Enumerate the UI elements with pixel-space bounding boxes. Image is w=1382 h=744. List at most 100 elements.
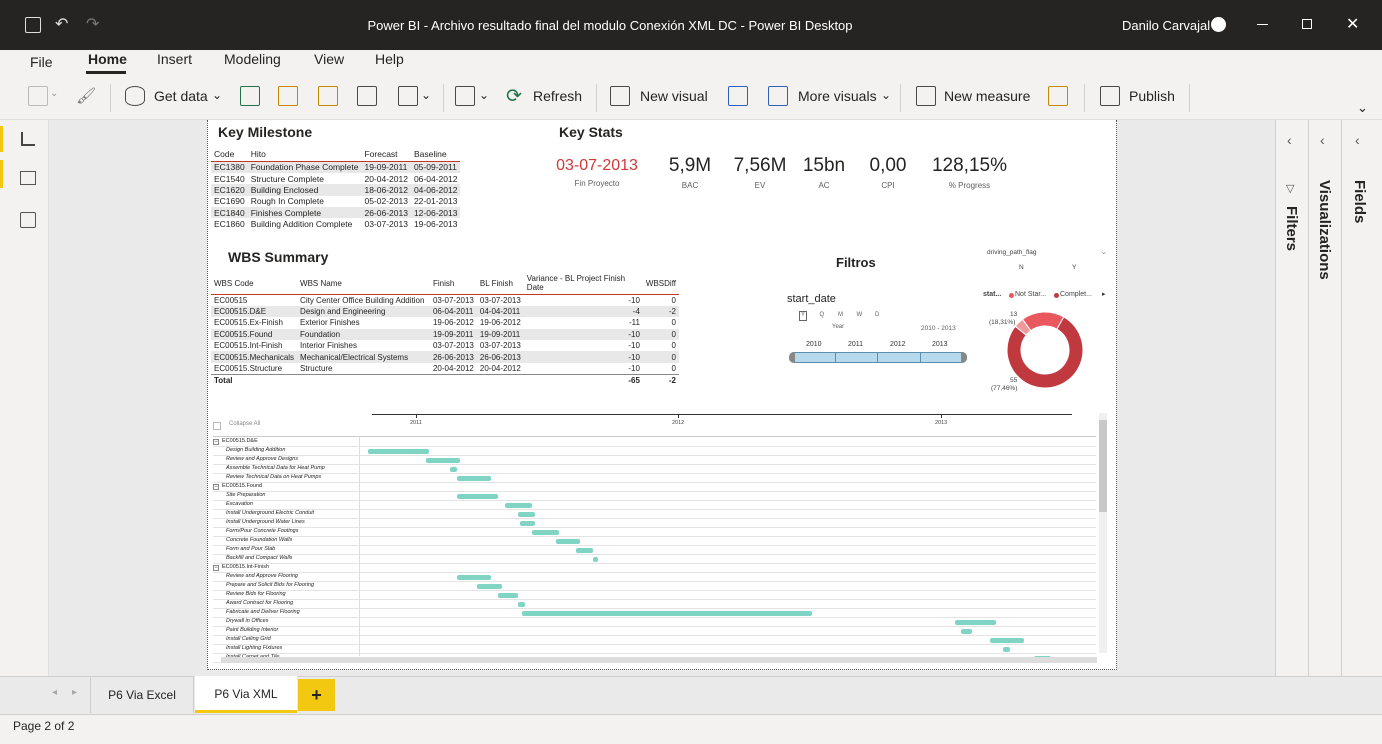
gantt-bar[interactable] — [504, 503, 532, 508]
more-visuals-button[interactable]: More visuals — [798, 88, 877, 104]
gantt-bar[interactable] — [955, 620, 997, 625]
flag-option-n[interactable]: N — [1019, 264, 1024, 271]
gantt-bar[interactable] — [593, 557, 599, 562]
model-view-icon[interactable] — [20, 212, 36, 228]
gantt-task-label[interactable]: Concrete Foundation Walls — [226, 537, 292, 543]
table-row[interactable]: EC1860 Building Addition Complete 03-07-20… — [211, 218, 460, 229]
gantt-task-label[interactable]: Excavation — [226, 501, 253, 507]
menu-modeling[interactable]: Modeling — [224, 51, 281, 67]
gantt-bar[interactable] — [456, 494, 498, 499]
new-visual-button[interactable]: New visual — [640, 88, 708, 104]
excel-icon[interactable] — [240, 86, 260, 106]
gantt-bar[interactable] — [497, 593, 519, 598]
col-header[interactable]: Forecast — [361, 147, 411, 162]
calculator-icon[interactable] — [916, 86, 936, 106]
add-page-button[interactable]: + — [298, 679, 335, 711]
close-icon[interactable]: ✕ — [1346, 14, 1359, 34]
collapse-group-icon[interactable]: − — [213, 565, 219, 571]
filters-pane[interactable]: ‹ ▽ Filters — [1275, 120, 1308, 676]
quick-measure-icon[interactable] — [1048, 86, 1068, 106]
table-row[interactable]: EC1690 Rough In Complete 05-02-2013 22-01-2… — [211, 196, 460, 207]
gantt-bar[interactable] — [555, 539, 580, 544]
chevron-down-icon[interactable]: ⌄ — [421, 88, 431, 102]
gantt-bar[interactable] — [368, 449, 430, 454]
menu-file[interactable]: File — [30, 54, 53, 70]
refresh-button[interactable]: Refresh — [533, 88, 582, 104]
table-row[interactable]: EC00515.Mechanicals Mechanical/Electrical… — [211, 351, 679, 363]
get-data-button[interactable]: Get data — [154, 88, 208, 104]
gantt-task-label[interactable]: Paint Building Interior — [226, 627, 278, 633]
table-row[interactable]: EC00515.Ex-Finish Exterior Finishes 19-06-… — [211, 317, 679, 328]
wbs-table[interactable]: WBS Code WBS Name Finish BL Finish Varia… — [211, 272, 679, 386]
gantt-group-label[interactable]: EC00515.Found — [222, 483, 262, 489]
table-row[interactable]: EC00515.Found Foundation 19-09-2011 19-09-2… — [211, 328, 679, 341]
gantt-bar[interactable] — [456, 575, 491, 580]
period-option[interactable]: M — [838, 312, 843, 318]
gantt-task-label[interactable]: Install Underground Electric Conduit — [226, 510, 314, 516]
next-page-icon[interactable]: ▸ — [72, 687, 77, 698]
gantt-task-label[interactable]: Design Building Addition — [226, 447, 285, 453]
fields-pane[interactable]: ‹ Fields — [1341, 120, 1382, 676]
flag-option-y[interactable]: Y — [1072, 264, 1076, 271]
gantt-bar[interactable] — [518, 602, 526, 607]
visualizations-pane-label[interactable]: Visualizations — [1316, 180, 1333, 280]
visualizations-pane[interactable]: ‹ Visualizations — [1308, 120, 1341, 676]
table-row[interactable]: EC00515 City Center Office Building Addit… — [211, 295, 679, 306]
collapse-ribbon-icon[interactable]: ⌄ — [1357, 100, 1368, 116]
gantt-task-label[interactable]: Review and Approve Designs — [226, 456, 298, 462]
tab-p6-via-xml[interactable]: P6 Via XML — [195, 676, 297, 713]
gantt-task-label[interactable]: Award Contract for Flooring — [226, 600, 293, 606]
gantt-task-label[interactable]: Install Ceiling Grid — [226, 636, 271, 642]
gantt-bar[interactable] — [1003, 647, 1011, 652]
chevron-down-icon[interactable]: ⌄ — [212, 88, 222, 102]
col-header[interactable]: Finish — [429, 272, 477, 295]
legend-label[interactable]: Complet... — [1060, 291, 1092, 298]
recent-sources-icon[interactable] — [398, 86, 418, 106]
tab-p6-via-excel[interactable]: P6 Via Excel — [90, 677, 194, 713]
gantt-bar[interactable] — [518, 512, 536, 517]
gantt-group-label[interactable]: EC00515.Int-Finish — [222, 564, 269, 570]
gantt-bar[interactable] — [576, 548, 594, 553]
filters-pane-label[interactable]: Filters — [1283, 206, 1300, 251]
gantt-task-label[interactable]: Backfill and Compact Walls — [226, 555, 293, 561]
gantt-scrollbar-thumb[interactable] — [1099, 420, 1107, 512]
col-header[interactable]: WBS Code — [211, 272, 298, 295]
enter-data-icon[interactable] — [357, 86, 377, 106]
database-icon[interactable] — [125, 86, 145, 106]
col-header[interactable]: BL Finish — [476, 272, 524, 295]
gantt-task-label[interactable]: Review Bids for Flooring — [226, 591, 286, 597]
gantt-task-label[interactable]: Form and Pour Slab — [226, 546, 275, 552]
col-header[interactable]: Hito — [247, 147, 362, 162]
gantt-task-label[interactable]: Install Underground Water Lines — [226, 519, 305, 525]
menu-home[interactable]: Home — [88, 51, 127, 67]
minimize-icon[interactable] — [1257, 24, 1268, 25]
gantt-task-label[interactable]: Site Preparation — [226, 492, 265, 498]
expand-visualizations-icon[interactable]: ‹ — [1320, 132, 1325, 148]
col-header[interactable]: WBS Name — [297, 272, 430, 295]
dataset-icon[interactable] — [278, 86, 298, 106]
col-header[interactable]: WBSDiff — [642, 272, 679, 295]
menu-insert[interactable]: Insert — [157, 51, 192, 67]
gantt-hscrollbar[interactable] — [221, 657, 1097, 663]
table-row[interactable]: EC1380 Foundation Phase Complete 19-09-201… — [211, 161, 461, 173]
new-measure-button[interactable]: New measure — [944, 88, 1030, 104]
user-name[interactable]: Danilo Carvajal — [1122, 18, 1210, 33]
gantt-task-label[interactable]: Fabricate and Deliver Flooring — [226, 609, 300, 615]
gantt-bar[interactable] — [960, 629, 973, 634]
menu-help[interactable]: Help — [375, 51, 404, 67]
dataflow-icon[interactable] — [318, 86, 338, 106]
avatar[interactable] — [1211, 17, 1226, 32]
gantt-bar[interactable] — [531, 530, 560, 535]
timeline-handle-left[interactable] — [789, 352, 795, 363]
gantt-bar[interactable] — [477, 584, 502, 589]
period-option[interactable]: W — [857, 312, 863, 318]
gantt-task-label[interactable]: Assemble Technical Data for Heat Pump — [226, 465, 325, 471]
table-row[interactable]: EC00515.D&E Design and Engineering 06-04-2… — [211, 305, 679, 318]
table-row[interactable]: EC1840 Finishes Complete 26-06-2013 12-06-2… — [211, 207, 461, 219]
col-header[interactable]: Code — [211, 147, 248, 162]
gantt-task-label[interactable]: Drywall in Offices — [226, 618, 268, 624]
gantt-task-label[interactable]: Form/Pour Concrete Footings — [226, 528, 298, 534]
period-option[interactable]: Q — [820, 312, 825, 318]
publish-button[interactable]: Publish — [1129, 88, 1175, 104]
publish-icon[interactable] — [1100, 86, 1120, 106]
